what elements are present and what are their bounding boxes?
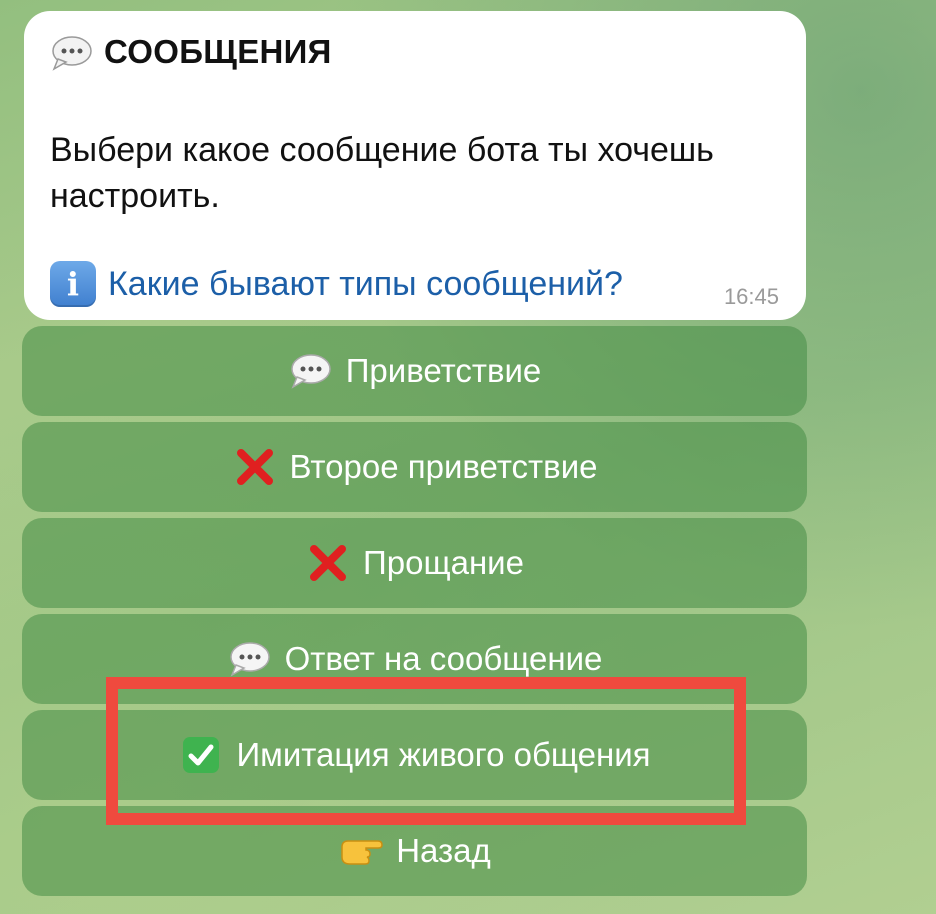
keyboard-button-live-chat-imitation[interactable]: Имитация живого общения <box>22 710 807 800</box>
keyboard-button-label: Прощание <box>363 544 524 581</box>
speech-balloon-icon <box>288 351 334 391</box>
red-cross-icon <box>305 543 351 583</box>
green-check-icon <box>178 735 224 775</box>
red-cross-icon <box>232 447 278 487</box>
speech-balloon-icon <box>50 35 94 71</box>
keyboard-button-greeting[interactable]: Приветствие <box>22 326 807 416</box>
keyboard-button-label: Второе приветствие <box>289 448 598 485</box>
info-link[interactable]: Какие бывают типы сообщений? <box>108 265 623 304</box>
info-icon: i <box>50 261 96 307</box>
message-timestamp: 16:45 <box>723 284 779 309</box>
keyboard-button-label: Назад <box>396 832 491 869</box>
message-body: Выбери какое сообщение бота ты хочешь на… <box>50 131 714 215</box>
keyboard-button-reply[interactable]: Ответ на сообщение <box>22 614 807 704</box>
message-title-row: СООБЩЕНИЯ <box>50 33 332 71</box>
speech-balloon-icon <box>227 639 273 679</box>
pointing-hand-icon <box>338 831 384 871</box>
keyboard-button-label: Ответ на сообщение <box>284 640 603 677</box>
message-title: СООБЩЕНИЯ <box>104 33 332 70</box>
keyboard-button-label: Имитация живого общения <box>236 736 651 773</box>
keyboard-button-back[interactable]: Назад <box>22 806 807 896</box>
keyboard-button-label: Приветствие <box>345 352 542 389</box>
info-link-row[interactable]: i Какие бывают типы сообщений? <box>50 261 623 307</box>
bot-message-bubble: СООБЩЕНИЯ Выбери какое сообщение бота ты… <box>24 11 806 320</box>
keyboard-button-second-greeting[interactable]: Второе приветствие <box>22 422 807 512</box>
keyboard-button-farewell[interactable]: Прощание <box>22 518 807 608</box>
